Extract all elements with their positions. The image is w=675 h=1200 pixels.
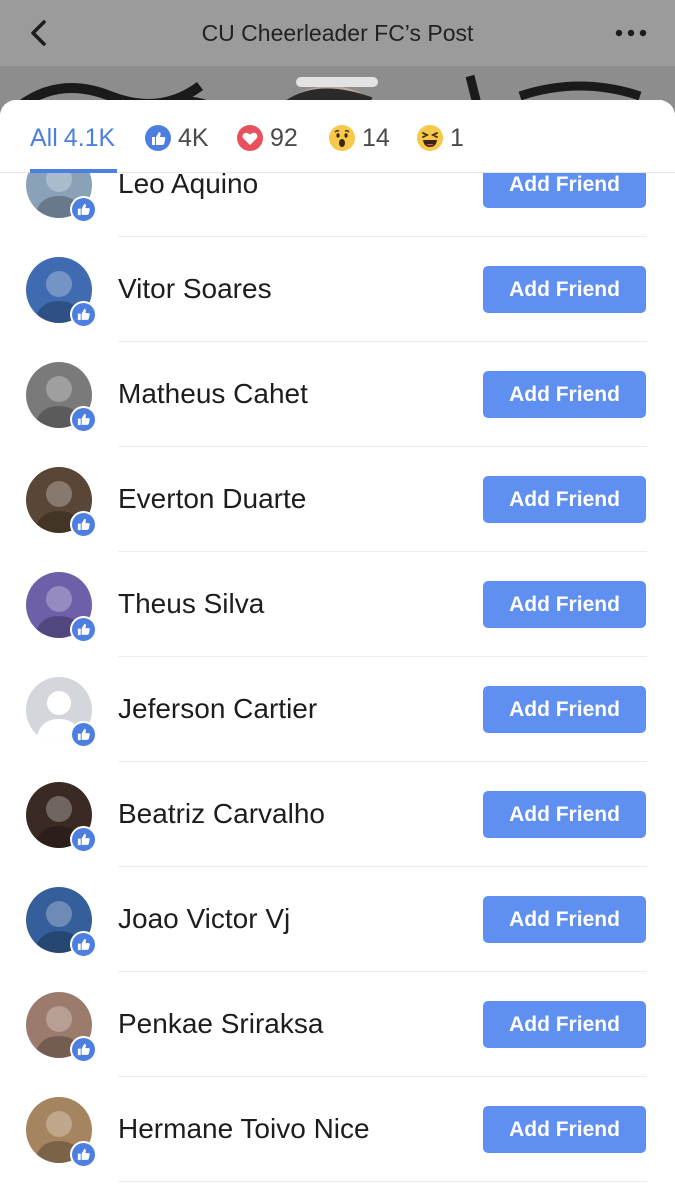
like-badge-icon <box>70 616 97 643</box>
sheet-drag-handle[interactable] <box>296 77 378 87</box>
add-friend-button[interactable]: Add Friend <box>483 1106 646 1153</box>
person-name[interactable]: Penkae Sriraksa <box>118 1008 323 1040</box>
reactions-list: Leo Aquino Add Friend Vitor Soares Add F… <box>0 173 675 1200</box>
reactions-sheet: All 4.1K 4K 92 14 1 Leo Aquino Add Frien… <box>0 100 675 1200</box>
tab-wow[interactable]: 14 <box>328 122 390 154</box>
add-friend-button[interactable]: Add Friend <box>483 581 646 628</box>
like-badge-icon <box>70 931 97 958</box>
like-badge-icon <box>70 301 97 328</box>
wow-icon <box>329 125 355 151</box>
tab-like-count: 4K <box>178 123 209 152</box>
tab-like[interactable]: 4K <box>144 122 209 154</box>
person-name[interactable]: Everton Duarte <box>118 483 306 515</box>
tab-all-label: All <box>30 123 58 152</box>
add-friend-button[interactable]: Add Friend <box>483 173 646 208</box>
like-badge-icon <box>70 1036 97 1063</box>
tab-love[interactable]: 92 <box>236 122 298 154</box>
add-friend-button[interactable]: Add Friend <box>483 1001 646 1048</box>
list-item: Theus Silva Add Friend <box>0 552 675 657</box>
like-icon <box>145 125 171 151</box>
list-item: Hermane Toivo Nice Add Friend <box>0 1077 675 1182</box>
tab-all-count: 4.1K <box>63 123 116 152</box>
person-name[interactable]: Jeferson Cartier <box>118 693 317 725</box>
tab-love-count: 92 <box>270 123 298 152</box>
list-item: Everton Duarte Add Friend <box>0 447 675 552</box>
like-badge-icon <box>70 721 97 748</box>
like-badge-icon <box>70 826 97 853</box>
add-friend-button[interactable]: Add Friend <box>483 266 646 313</box>
person-name[interactable]: Joao Victor Vj <box>118 903 290 935</box>
divider <box>118 1181 647 1182</box>
list-item: Penkae Sriraksa Add Friend <box>0 972 675 1077</box>
person-name[interactable]: Vitor Soares <box>118 273 272 305</box>
page-title: CU Cheerleader FC’s Post <box>201 20 474 46</box>
person-name[interactable]: Beatriz Carvalho <box>118 798 325 830</box>
tab-haha[interactable]: 1 <box>416 122 464 154</box>
like-badge-icon <box>70 406 97 433</box>
add-friend-button[interactable]: Add Friend <box>483 371 646 418</box>
person-name[interactable]: Theus Silva <box>118 588 264 620</box>
more-options-icon[interactable] <box>611 18 651 48</box>
add-friend-button[interactable]: Add Friend <box>483 476 646 523</box>
like-badge-icon <box>70 1141 97 1168</box>
post-header: CU Cheerleader FC’s Post <box>0 0 675 66</box>
active-tab-indicator <box>30 169 117 173</box>
list-item: Jeferson Cartier Add Friend <box>0 657 675 762</box>
list-item: Joao Victor Vj Add Friend <box>0 867 675 972</box>
person-name[interactable]: Hermane Toivo Nice <box>118 1113 370 1145</box>
list-item: Leo Aquino Add Friend <box>0 173 675 237</box>
person-name[interactable]: Matheus Cahet <box>118 378 308 410</box>
person-name[interactable]: Leo Aquino <box>118 173 258 200</box>
add-friend-button[interactable]: Add Friend <box>483 686 646 733</box>
tab-wow-count: 14 <box>362 123 390 152</box>
like-badge-icon <box>70 511 97 538</box>
list-item: Beatriz Carvalho Add Friend <box>0 762 675 867</box>
list-item: Vitor Soares Add Friend <box>0 237 675 342</box>
haha-icon <box>417 125 443 151</box>
like-badge-icon <box>70 196 97 223</box>
reaction-tabs: All 4.1K 4K 92 14 1 <box>0 100 675 173</box>
add-friend-button[interactable]: Add Friend <box>483 896 646 943</box>
tab-all[interactable]: All 4.1K <box>30 122 115 154</box>
tab-haha-count: 1 <box>450 123 464 152</box>
list-item: Matheus Cahet Add Friend <box>0 342 675 447</box>
love-icon <box>237 125 263 151</box>
add-friend-button[interactable]: Add Friend <box>483 791 646 838</box>
